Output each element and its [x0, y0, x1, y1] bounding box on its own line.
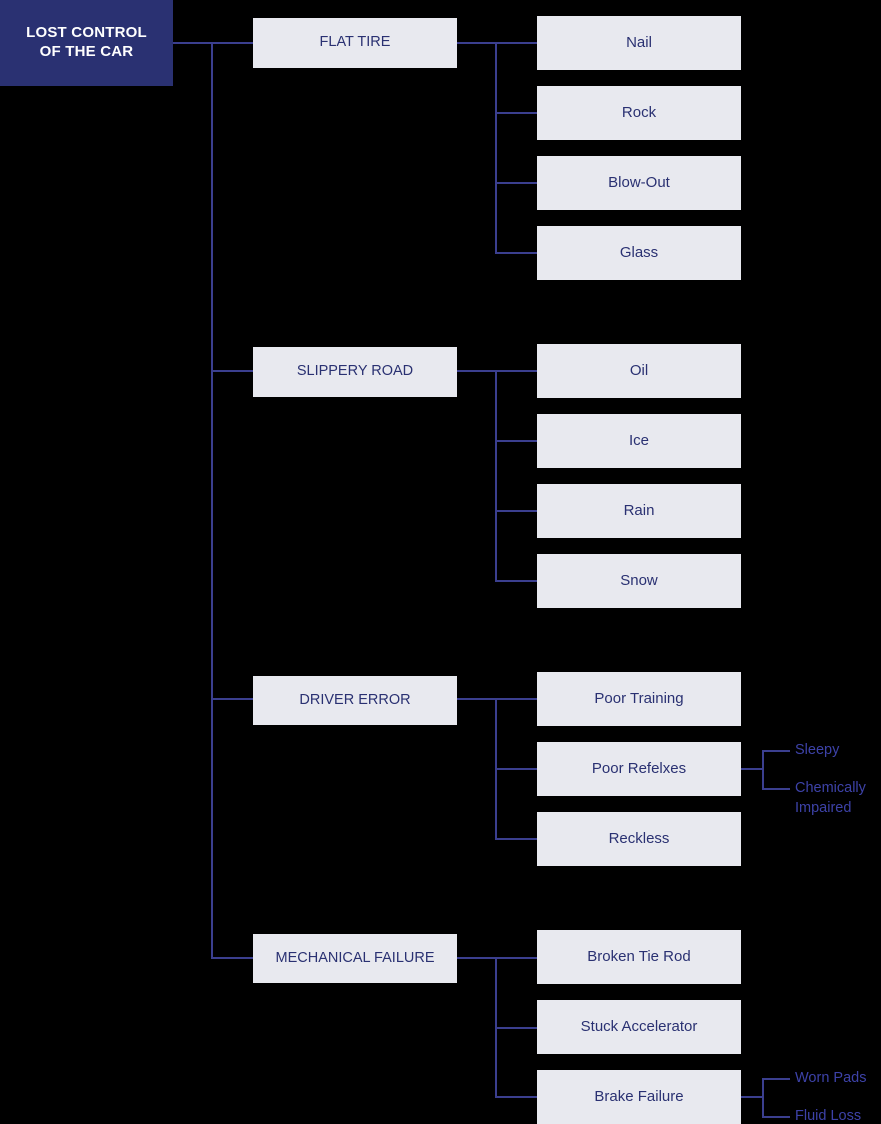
sub-leaf-node-sleepy[interactable]: Sleepy: [795, 741, 839, 761]
leaf-node-blow-out[interactable]: Blow-Out: [537, 156, 741, 210]
root-node-label-line1: LOST CONTROL: [26, 24, 147, 42]
connector-trunk-to-flat-tire: [211, 42, 253, 44]
sub-leaf-node-chemically-impaired-label: Chemically Impaired: [795, 780, 866, 816]
connector-trunk-to-slippery-road: [211, 370, 253, 372]
leaf-node-rain-label: Rain: [623, 502, 655, 519]
branch-node-flat-tire-label: FLAT TIRE: [319, 34, 391, 50]
connector-root-stub: [173, 42, 211, 44]
connector-poor-reflexes-out: [741, 768, 762, 770]
connector-driver-error-child-3: [495, 838, 537, 840]
leaf-node-stuck-accelerator-label: Stuck Accelerator: [580, 1018, 698, 1035]
sub-leaf-node-worn-pads-label: Worn Pads: [795, 1070, 867, 1086]
branch-node-mechanical-failure-label: MECHANICAL FAILURE: [275, 950, 435, 966]
connector-brake-failure-bus: [762, 1078, 764, 1116]
sub-leaf-node-worn-pads[interactable]: Worn Pads: [795, 1069, 866, 1089]
sub-leaf-node-sleepy-label: Sleepy: [795, 742, 840, 758]
leaf-node-snow-label: Snow: [620, 572, 658, 589]
leaf-node-ice-label: Ice: [628, 432, 649, 449]
leaf-node-oil-label: Oil: [629, 362, 649, 379]
leaf-node-poor-reflexes[interactable]: Poor Refelxes: [537, 742, 741, 796]
connector-trunk-to-driver-error: [211, 698, 253, 700]
connector-driver-error-child-1: [495, 698, 537, 700]
connector-trunk-to-mechanical-failure: [211, 957, 253, 959]
connector-driver-error-child-2: [495, 768, 537, 770]
connector-flat-tire-child-4: [495, 252, 537, 254]
connector-brake-failure-child-1: [762, 1078, 790, 1080]
branch-node-flat-tire[interactable]: FLAT TIRE: [253, 18, 457, 68]
connector-poor-reflexes-child-1: [762, 750, 790, 752]
leaf-node-glass[interactable]: Glass: [537, 226, 741, 280]
connector-slippery-road-child-2: [495, 440, 537, 442]
leaf-node-snow[interactable]: Snow: [537, 554, 741, 608]
leaf-node-broken-tie-rod-label: Broken Tie Rod: [587, 948, 691, 965]
leaf-node-reckless-label: Reckless: [608, 830, 670, 847]
connector-flat-tire-child-3: [495, 182, 537, 184]
branch-node-driver-error[interactable]: DRIVER ERROR: [253, 676, 457, 725]
sub-leaf-node-chemically-impaired[interactable]: Chemically Impaired: [795, 779, 881, 818]
connector-flat-tire-child-1: [495, 42, 537, 44]
connector-slippery-road-out: [457, 370, 495, 372]
connector-slippery-road-child-3: [495, 510, 537, 512]
root-node-lost-control[interactable]: LOST CONTROL OF THE CAR: [0, 0, 173, 86]
sub-leaf-node-fluid-loss-label: Fluid Loss: [795, 1108, 862, 1124]
leaf-node-brake-failure[interactable]: Brake Failure: [537, 1070, 741, 1124]
root-node-label-line2: OF THE CAR: [39, 43, 134, 60]
connector-slippery-road-child-1: [495, 370, 537, 372]
branch-node-slippery-road-label: SLIPPERY ROAD: [296, 363, 414, 379]
connector-brake-failure-child-2: [762, 1116, 790, 1118]
leaf-node-glass-label: Glass: [619, 244, 659, 261]
leaf-node-blow-out-label: Blow-Out: [608, 174, 670, 191]
leaf-node-rock[interactable]: Rock: [537, 86, 741, 140]
branch-node-mechanical-failure[interactable]: MECHANICAL FAILURE: [253, 934, 457, 983]
leaf-node-stuck-accelerator[interactable]: Stuck Accelerator: [537, 1000, 741, 1054]
branch-node-slippery-road[interactable]: SLIPPERY ROAD: [253, 347, 457, 397]
leaf-node-rock-label: Rock: [621, 104, 657, 121]
connector-slippery-road-child-4: [495, 580, 537, 582]
connector-mechanical-failure-child-2: [495, 1027, 537, 1029]
connector-flat-tire-out: [457, 42, 495, 44]
leaf-node-reckless[interactable]: Reckless: [537, 812, 741, 866]
branch-node-driver-error-label: DRIVER ERROR: [299, 692, 411, 708]
leaf-node-poor-training[interactable]: Poor Training: [537, 672, 741, 726]
leaf-node-poor-training-label: Poor Training: [594, 690, 684, 707]
connector-slippery-road-bus: [495, 370, 497, 581]
leaf-node-oil[interactable]: Oil: [537, 344, 741, 398]
connector-flat-tire-child-2: [495, 112, 537, 114]
connector-mechanical-failure-out: [457, 957, 495, 959]
fault-tree-diagram: LOST CONTROL OF THE CAR FLAT TIRE Nail R…: [0, 0, 881, 1124]
connector-flat-tire-bus: [495, 42, 497, 253]
connector-poor-reflexes-bus: [762, 750, 764, 788]
connector-poor-reflexes-child-2: [762, 788, 790, 790]
leaf-node-rain[interactable]: Rain: [537, 484, 741, 538]
connector-driver-error-out: [457, 698, 495, 700]
leaf-node-poor-reflexes-label: Poor Refelxes: [591, 760, 687, 777]
sub-leaf-node-fluid-loss[interactable]: Fluid Loss: [795, 1107, 861, 1124]
leaf-node-brake-failure-label: Brake Failure: [594, 1088, 684, 1105]
leaf-node-ice[interactable]: Ice: [537, 414, 741, 468]
connector-trunk-vertical: [211, 42, 213, 959]
connector-mechanical-failure-child-3: [495, 1096, 537, 1098]
leaf-node-nail-label: Nail: [626, 34, 652, 51]
leaf-node-broken-tie-rod[interactable]: Broken Tie Rod: [537, 930, 741, 984]
connector-brake-failure-out: [741, 1096, 762, 1098]
leaf-node-nail[interactable]: Nail: [537, 16, 741, 70]
connector-mechanical-failure-child-1: [495, 957, 537, 959]
